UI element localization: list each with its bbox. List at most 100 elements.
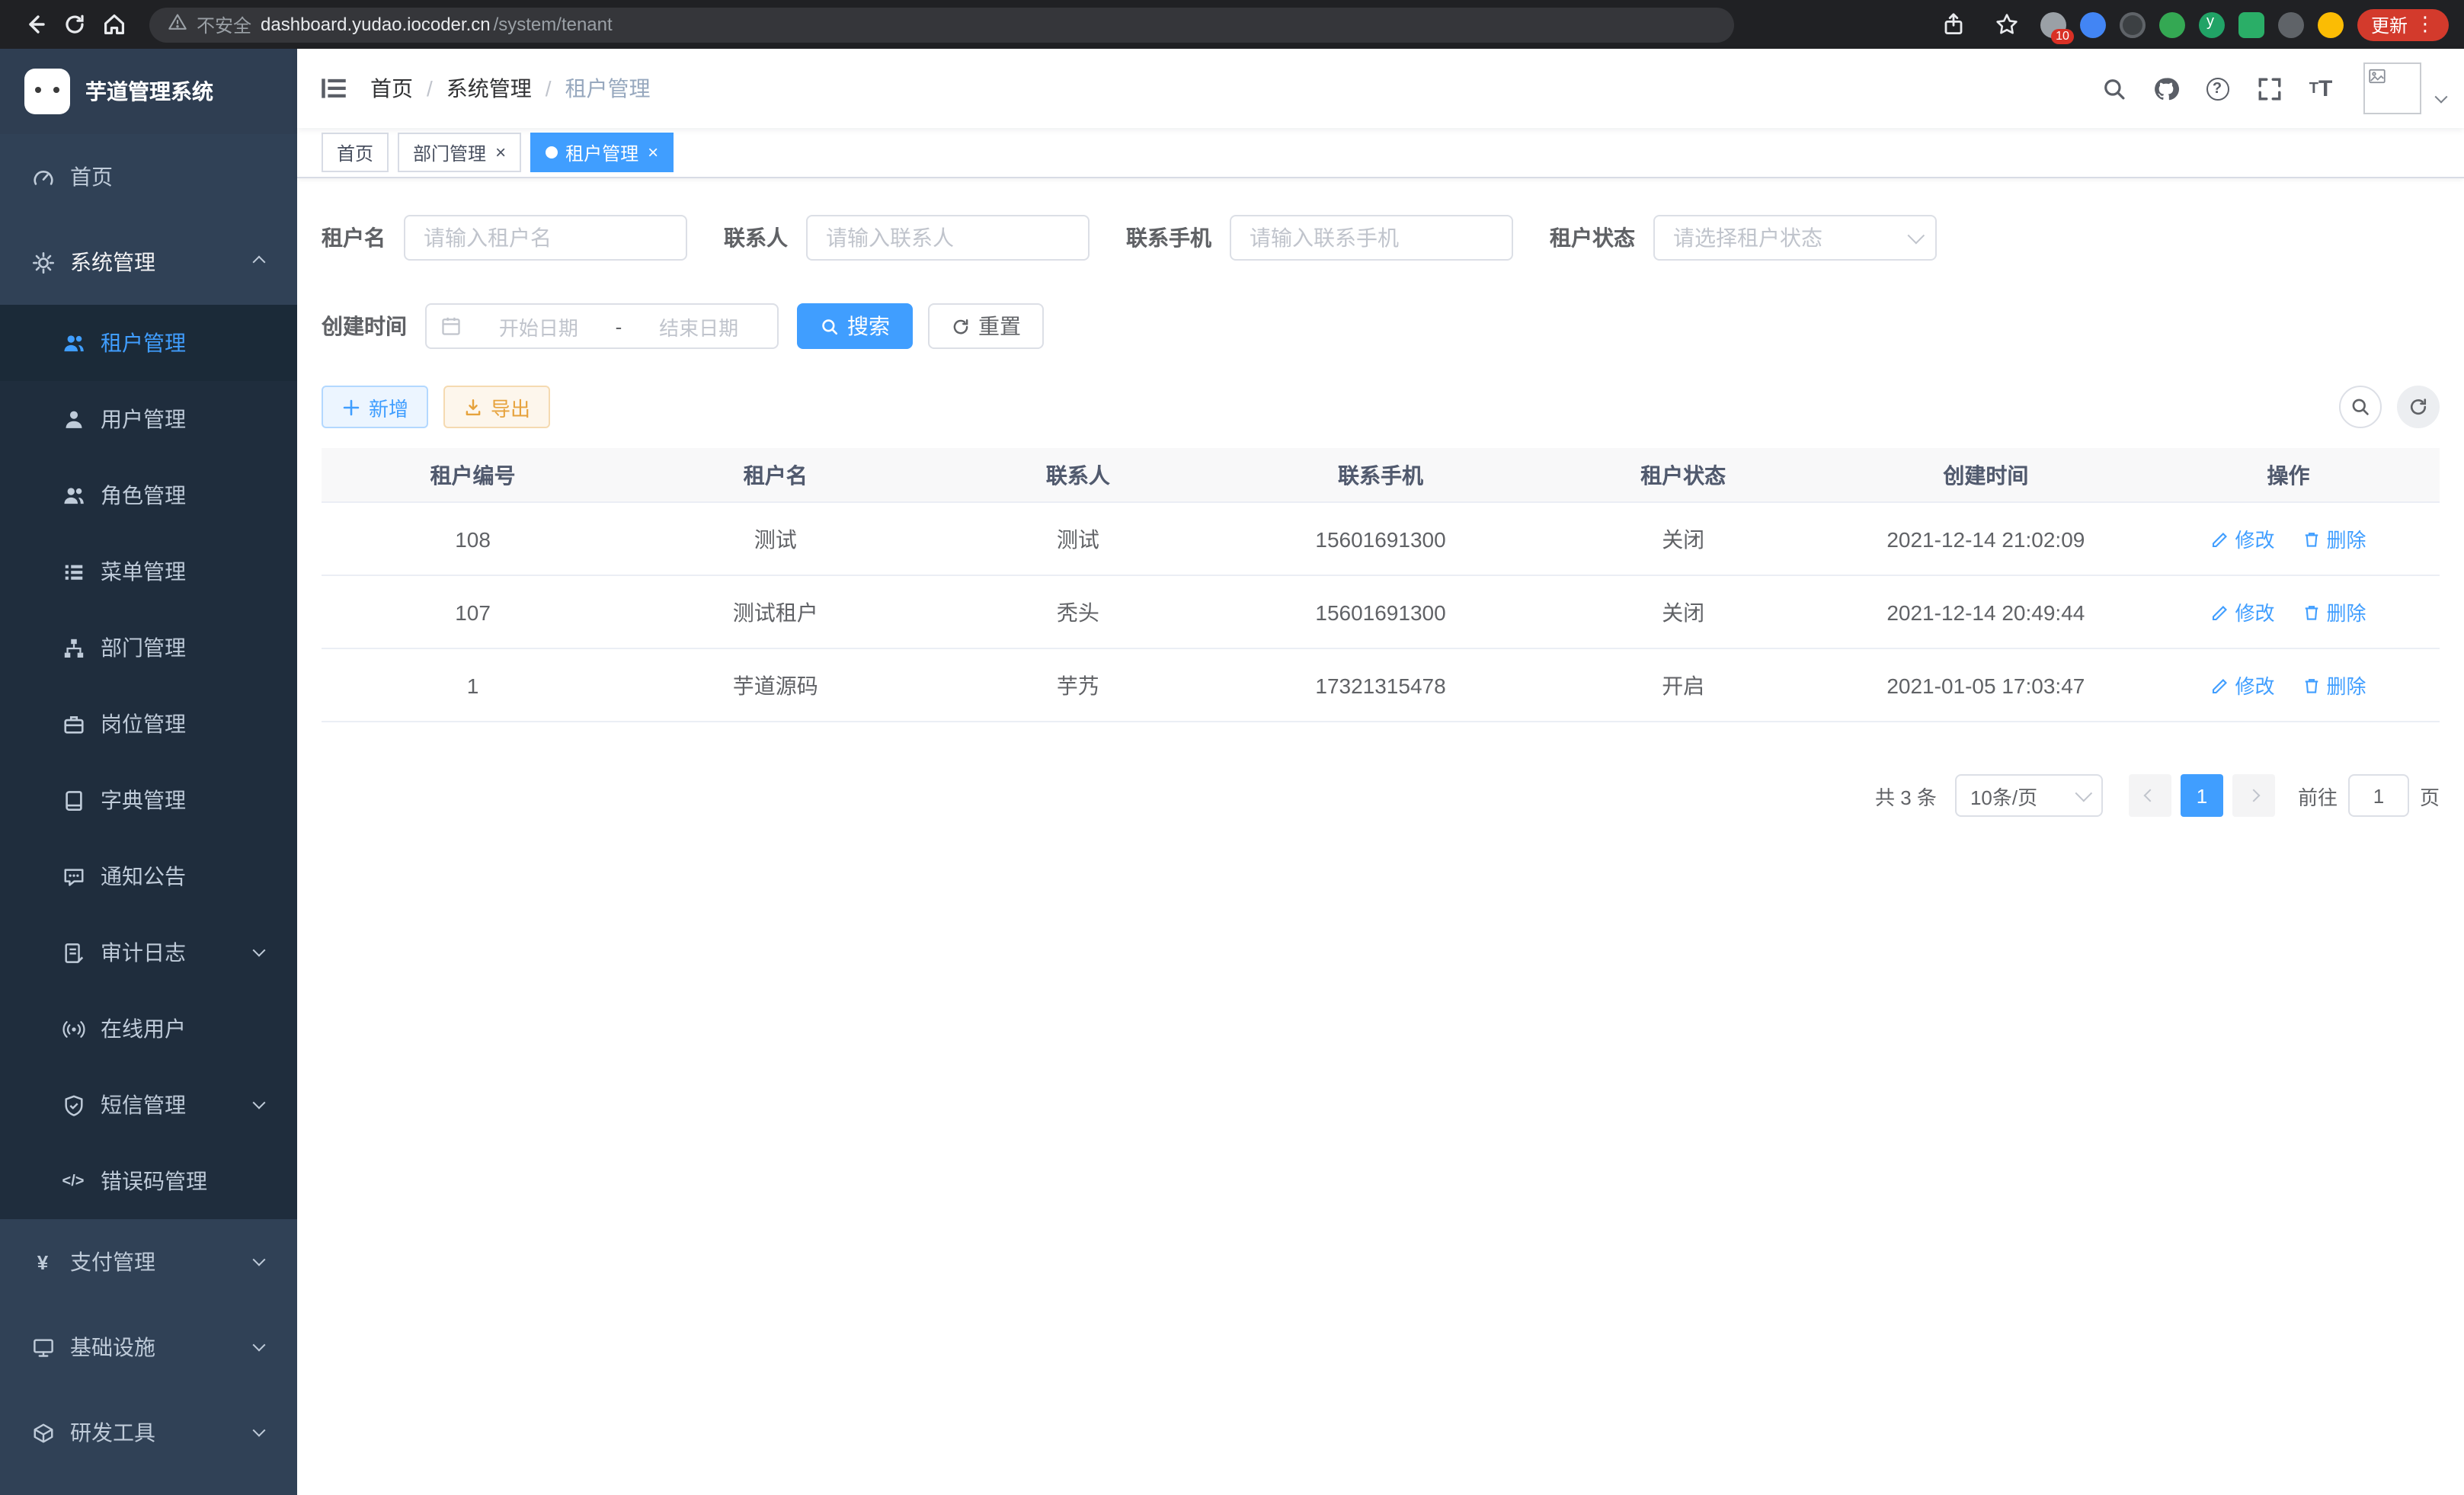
extension-icon[interactable] bbox=[2080, 11, 2106, 37]
extension-icon[interactable] bbox=[2159, 11, 2185, 37]
edit-link[interactable]: 修改 bbox=[2210, 671, 2274, 699]
fullscreen-icon[interactable] bbox=[2248, 67, 2290, 110]
goto-page-input[interactable] bbox=[2348, 774, 2409, 817]
breadcrumb-home[interactable]: 首页 bbox=[370, 73, 413, 104]
phone-input[interactable] bbox=[1230, 215, 1513, 261]
browser-menu-icon[interactable]: ⋮ bbox=[2415, 12, 2435, 37]
table-tools bbox=[2339, 386, 2440, 428]
add-button[interactable]: 新增 bbox=[322, 386, 428, 428]
date-separator: - bbox=[616, 315, 622, 338]
url-path: /system/tenant bbox=[494, 14, 613, 35]
tenant-created-at: 2021-01-05 17:03:47 bbox=[1835, 673, 2137, 697]
table-row: 107 测试租户 秃头 15601691300 关闭 2021-12-14 20… bbox=[322, 576, 2440, 649]
export-button[interactable]: 导出 bbox=[443, 386, 550, 428]
date-range-picker[interactable]: 开始日期 - 结束日期 bbox=[425, 303, 779, 349]
tenant-name: 测试 bbox=[624, 523, 926, 554]
sidebar-item-menus[interactable]: 菜单管理 bbox=[0, 533, 297, 610]
delete-link[interactable]: 删除 bbox=[2302, 524, 2366, 553]
trash-icon bbox=[2302, 676, 2321, 694]
browser-home-icon[interactable] bbox=[94, 5, 134, 44]
extension-icon[interactable] bbox=[2120, 11, 2146, 37]
sidebar-item-posts[interactable]: 岗位管理 bbox=[0, 686, 297, 762]
user-icon bbox=[61, 408, 85, 431]
prev-page-button[interactable] bbox=[2129, 774, 2171, 817]
page-number-1[interactable]: 1 bbox=[2181, 774, 2223, 817]
sidebar-item-sms[interactable]: 短信管理 bbox=[0, 1067, 297, 1143]
profile-avatar[interactable] bbox=[2318, 11, 2344, 37]
sidebar-toggle-icon[interactable] bbox=[297, 49, 370, 128]
refresh-table-icon[interactable] bbox=[2397, 386, 2440, 428]
chevron-down-icon bbox=[1908, 227, 1925, 245]
sidebar-item-label: 用户管理 bbox=[101, 404, 186, 434]
extension-icon[interactable]: 10 bbox=[2040, 11, 2066, 37]
user-avatar[interactable] bbox=[2363, 62, 2421, 114]
next-page-button[interactable] bbox=[2232, 774, 2275, 817]
github-icon[interactable] bbox=[2144, 67, 2187, 110]
app-logo[interactable]: 芋道管理系统 bbox=[0, 49, 297, 134]
sidebar-item-online-users[interactable]: 在线用户 bbox=[0, 991, 297, 1067]
font-size-icon[interactable]: TT bbox=[2299, 67, 2342, 110]
close-tab-icon[interactable]: × bbox=[495, 143, 506, 162]
yen-icon: ¥ bbox=[30, 1250, 55, 1273]
sidebar-item-notice[interactable]: 通知公告 bbox=[0, 838, 297, 914]
edit-link[interactable]: 修改 bbox=[2210, 524, 2274, 553]
sidebar-item-dev-tools[interactable]: 研发工具 bbox=[0, 1390, 297, 1475]
contact-input[interactable] bbox=[806, 215, 1090, 261]
extension-icon[interactable] bbox=[2238, 11, 2264, 37]
sidebar-item-tenant[interactable]: 租户管理 bbox=[0, 305, 297, 381]
header-search-icon[interactable] bbox=[2092, 67, 2135, 110]
sidebar-item-label: 菜单管理 bbox=[101, 556, 186, 587]
sidebar-item-payment[interactable]: ¥ 支付管理 bbox=[0, 1219, 297, 1305]
pagination-total: 共 3 条 bbox=[1875, 781, 1937, 810]
chevron-left-icon bbox=[2143, 789, 2156, 802]
tenant-name-input[interactable] bbox=[404, 215, 687, 261]
tab-tenants[interactable]: 租户管理 × bbox=[530, 133, 674, 172]
address-bar[interactable]: 不安全 dashboard.yudao.iocoder.cn/system/te… bbox=[149, 7, 1734, 42]
sidebar-item-label: 基础设施 bbox=[70, 1332, 155, 1362]
toggle-search-icon[interactable] bbox=[2339, 386, 2382, 428]
reset-button[interactable]: 重置 bbox=[928, 303, 1044, 349]
chevron-down-icon bbox=[253, 1424, 266, 1437]
browser-back-icon[interactable] bbox=[15, 5, 55, 44]
sidebar-item-audit-log[interactable]: 审计日志 bbox=[0, 914, 297, 991]
share-icon[interactable] bbox=[1934, 5, 1973, 44]
logo-image bbox=[24, 69, 70, 114]
table-toolbar: 新增 导出 bbox=[322, 386, 2440, 428]
avatar-dropdown-icon[interactable] bbox=[2435, 91, 2448, 104]
delete-link[interactable]: 删除 bbox=[2302, 597, 2366, 626]
end-date-placeholder: 结束日期 bbox=[634, 312, 763, 341]
status-select[interactable]: 请选择租户状态 bbox=[1653, 215, 1937, 261]
browser-update-button[interactable]: 更新 ⋮ bbox=[2357, 8, 2449, 40]
page-size-select[interactable]: 10条/页 bbox=[1955, 774, 2103, 817]
table-row: 1 芋道源码 芋艿 17321315478 开启 2021-01-05 17:0… bbox=[322, 649, 2440, 722]
delete-link[interactable]: 删除 bbox=[2302, 671, 2366, 699]
browser-reload-icon[interactable] bbox=[55, 5, 94, 44]
extension-icon[interactable] bbox=[2199, 11, 2225, 37]
edit-link[interactable]: 修改 bbox=[2210, 597, 2274, 626]
chevron-right-icon bbox=[2247, 789, 2260, 802]
sidebar-item-system[interactable]: 系统管理 bbox=[0, 219, 297, 305]
sidebar-item-roles[interactable]: 角色管理 bbox=[0, 457, 297, 533]
sidebar-item-label: 通知公告 bbox=[101, 861, 186, 892]
breadcrumb-system[interactable]: 系统管理 bbox=[446, 73, 532, 104]
sidebar-item-home[interactable]: 首页 bbox=[0, 134, 297, 219]
bookmark-star-icon[interactable] bbox=[1987, 5, 2027, 44]
close-tab-icon[interactable]: × bbox=[648, 143, 658, 162]
sidebar-item-infrastructure[interactable]: 基础设施 bbox=[0, 1305, 297, 1390]
tenant-phone: 15601691300 bbox=[1229, 600, 1531, 624]
sidebar-item-dictionary[interactable]: 字典管理 bbox=[0, 762, 297, 838]
search-button[interactable]: 搜索 bbox=[797, 303, 913, 349]
sidebar-item-error-codes[interactable]: </> 错误码管理 bbox=[0, 1143, 297, 1219]
navbar-tools: ? TT bbox=[2092, 62, 2464, 114]
status-label: 租户状态 bbox=[1550, 222, 1653, 253]
code-icon: </> bbox=[61, 1173, 85, 1189]
tab-departments[interactable]: 部门管理 × bbox=[398, 133, 521, 172]
tab-home[interactable]: 首页 bbox=[322, 133, 389, 172]
tenant-created-at: 2021-12-14 20:49:44 bbox=[1835, 600, 2137, 624]
extension-icon[interactable] bbox=[2278, 11, 2304, 37]
sidebar-item-users[interactable]: 用户管理 bbox=[0, 381, 297, 457]
sidebar-item-departments[interactable]: 部门管理 bbox=[0, 610, 297, 686]
help-icon[interactable]: ? bbox=[2196, 67, 2238, 110]
tenant-id: 108 bbox=[322, 527, 624, 551]
not-secure-warning-icon bbox=[168, 12, 187, 37]
